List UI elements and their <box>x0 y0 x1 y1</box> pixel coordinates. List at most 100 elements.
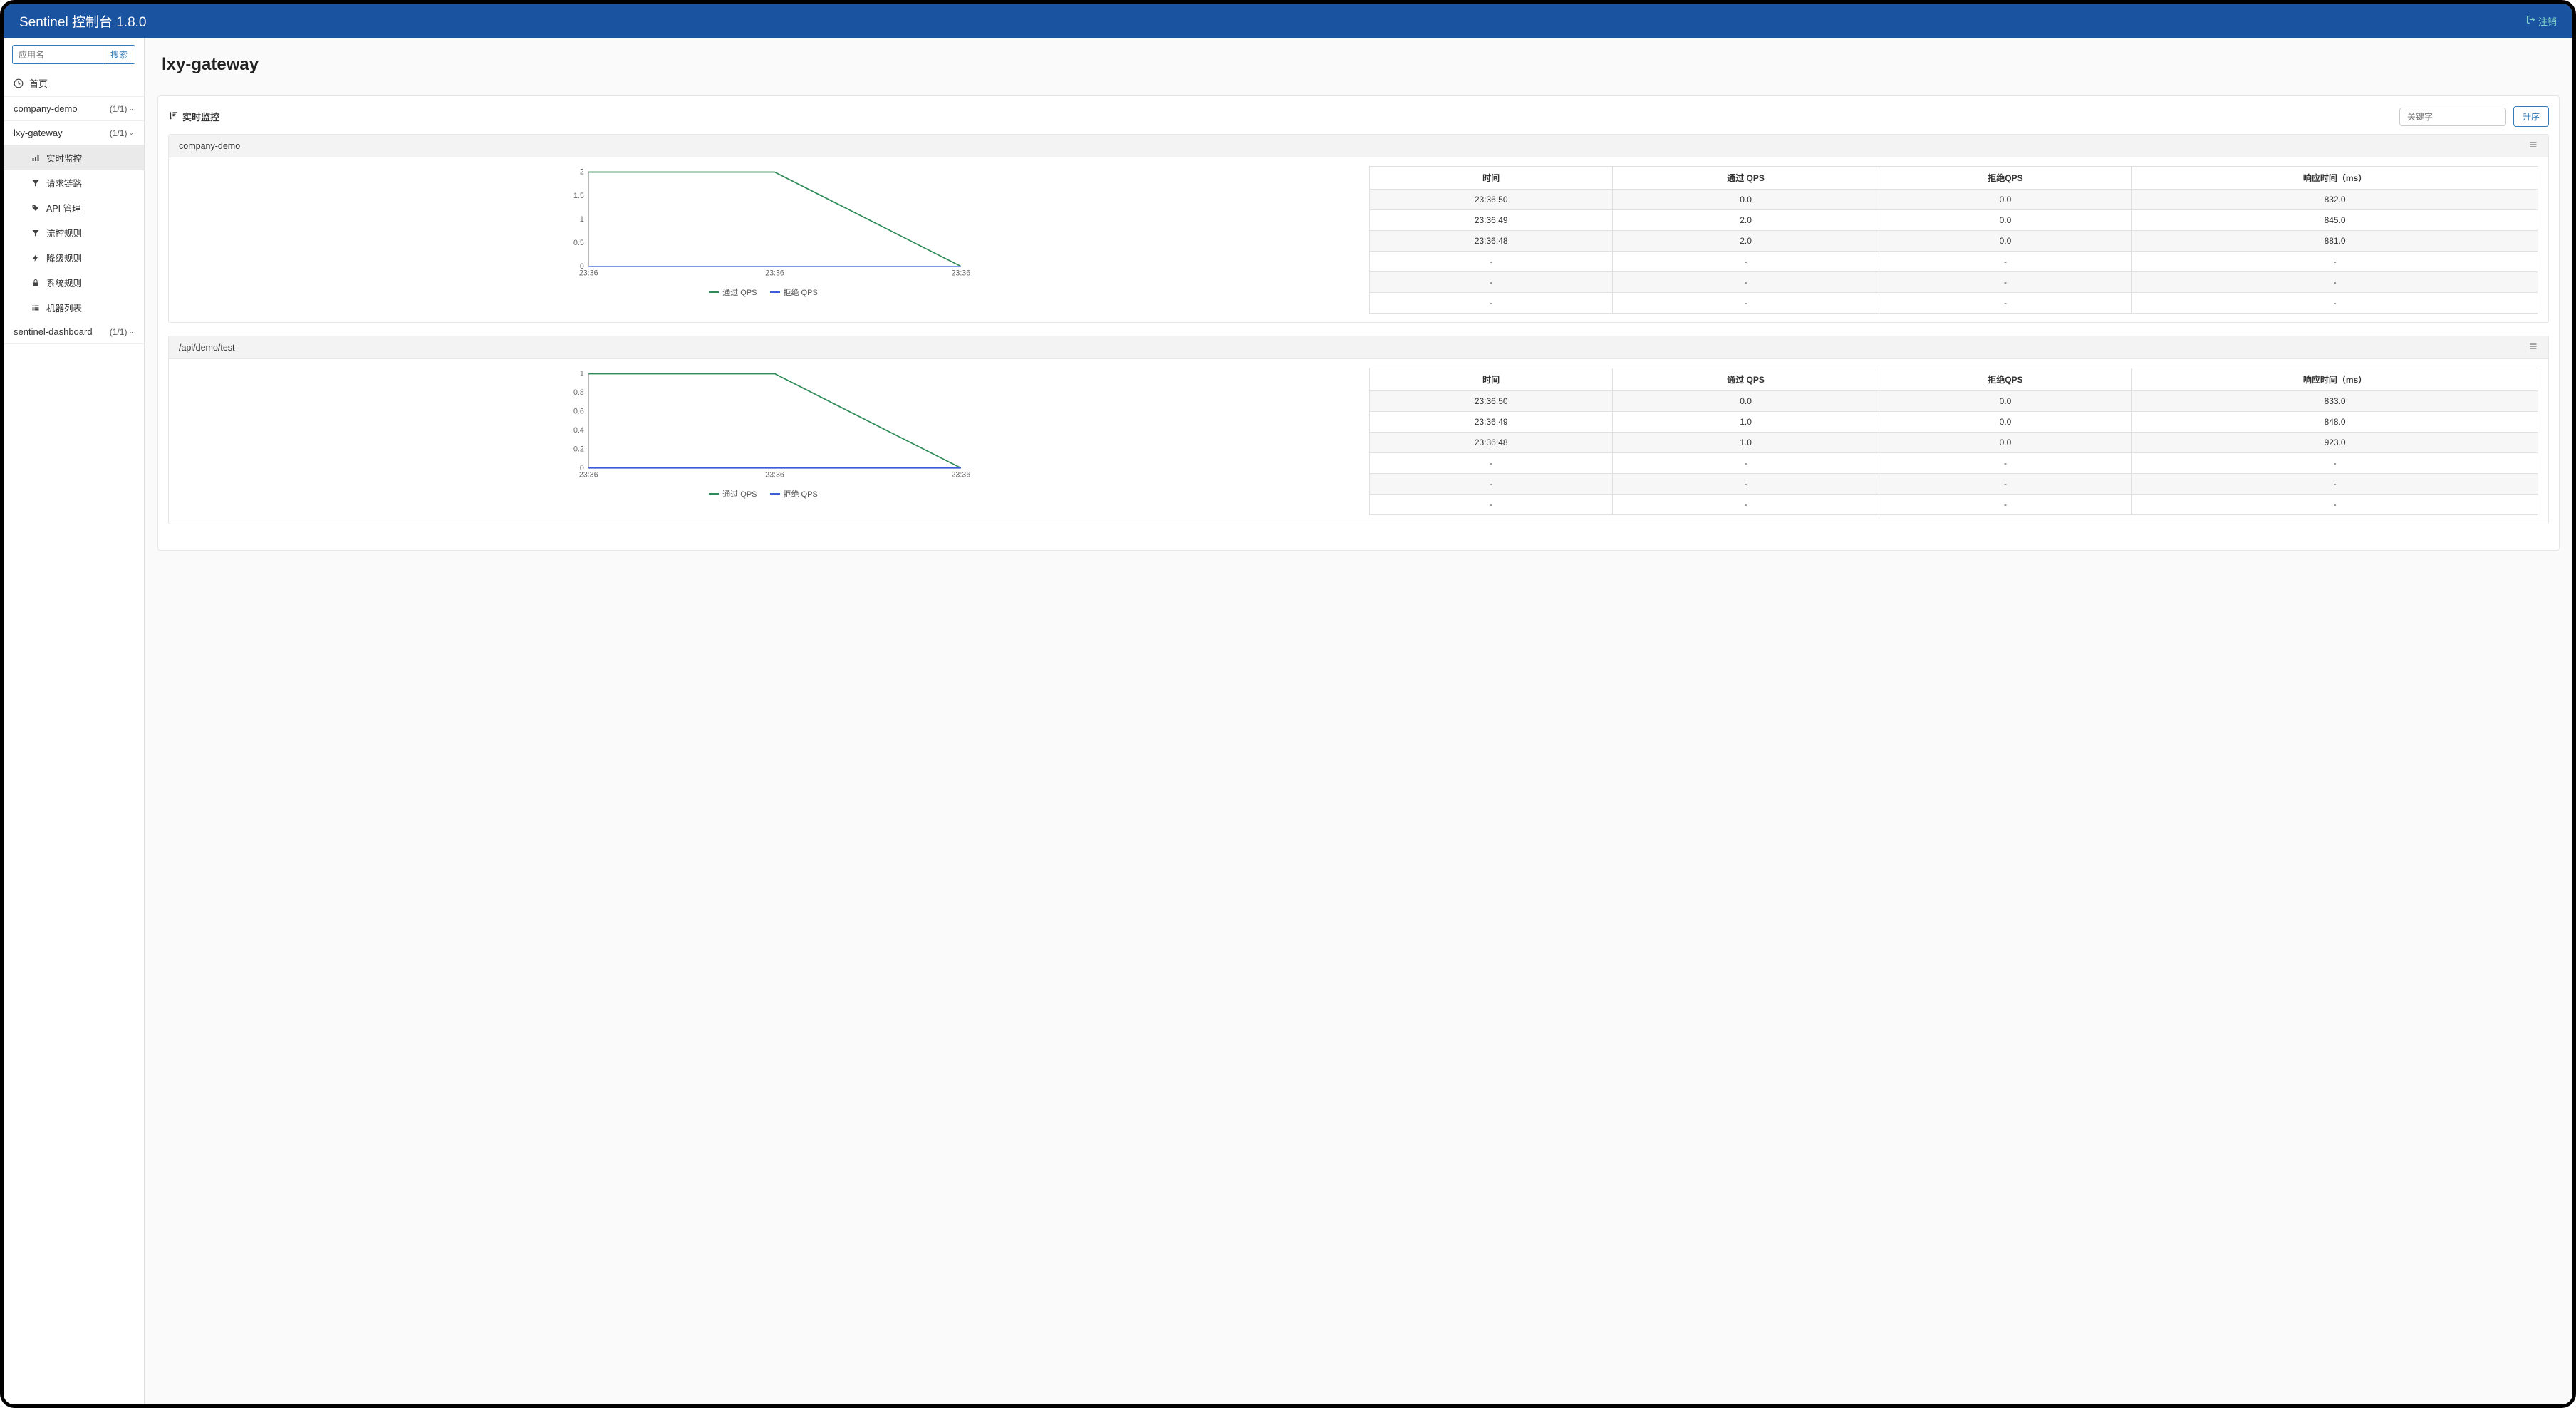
app-search-button[interactable]: 搜索 <box>103 45 135 64</box>
table-cell: 0.0 <box>1613 190 1879 210</box>
app-count: (1/1) ⌄ <box>110 128 134 138</box>
keyword-input[interactable] <box>2399 108 2506 126</box>
table-cell: 23:36:49 <box>1370 210 1613 231</box>
table-header: 拒绝QPS <box>1879 368 2131 391</box>
table-cell: 23:36:48 <box>1370 433 1613 453</box>
sidebar-subitem-label: 系统规则 <box>46 276 82 289</box>
table-header: 通过 QPS <box>1613 368 1879 391</box>
sidebar-search: 搜索 <box>4 38 144 70</box>
table-cell: 23:36:49 <box>1370 412 1613 433</box>
svg-text:23:36: 23:36 <box>765 471 784 480</box>
chevron-down-icon: ⌄ <box>128 105 134 113</box>
dashboard-icon <box>14 78 24 88</box>
sidebar-subitem-filter[interactable]: 请求链路 <box>4 170 144 195</box>
table-cell: 0.0 <box>1879 391 2131 412</box>
app-count: (1/1) ⌄ <box>110 327 134 337</box>
chevron-down-icon: ⌄ <box>128 129 134 137</box>
table-cell: 0.0 <box>1879 190 2131 210</box>
menu-icon[interactable] <box>2528 140 2538 151</box>
table-cell: 848.0 <box>2132 412 2538 433</box>
svg-text:2: 2 <box>580 168 584 177</box>
table-cell: 2.0 <box>1613 231 1879 252</box>
table-row: 23:36:492.00.0845.0 <box>1370 210 2538 231</box>
table-cell: - <box>1613 453 1879 474</box>
table-cell: - <box>1370 272 1613 293</box>
table-cell: 881.0 <box>2132 231 2538 252</box>
sidebar-subitem-chart-bar[interactable]: 实时监控 <box>4 145 144 170</box>
table-cell: - <box>2132 293 2538 314</box>
sidebar-app-lxy-gateway[interactable]: lxy-gateway (1/1) ⌄ <box>4 121 144 145</box>
sidebar-home[interactable]: 首页 <box>4 70 144 97</box>
table-cell: 23:36:50 <box>1370 391 1613 412</box>
table-cell: 0.0 <box>1879 412 2131 433</box>
chart: 00.511.5223:3623:3623:36通过 QPS拒绝 QPS <box>179 166 1348 314</box>
table-row: ---- <box>1370 453 2538 474</box>
table-cell: - <box>2132 272 2538 293</box>
sort-button[interactable]: 升序 <box>2513 106 2549 127</box>
table-cell: 832.0 <box>2132 190 2538 210</box>
sidebar-subitem-filter[interactable]: 流控规则 <box>4 220 144 245</box>
table-cell: 923.0 <box>2132 433 2538 453</box>
table-cell: - <box>1879 293 2131 314</box>
chart-legend: 通过 QPS 拒绝 QPS <box>179 488 1348 499</box>
menu-icon[interactable] <box>2528 342 2538 353</box>
table-row: ---- <box>1370 272 2538 293</box>
table-cell: 2.0 <box>1613 210 1879 231</box>
legend-pass: 通过 QPS <box>709 488 757 499</box>
table-cell: 1.0 <box>1613 433 1879 453</box>
sidebar-app-company-demo[interactable]: company-demo (1/1) ⌄ <box>4 97 144 121</box>
table-cell: - <box>2132 453 2538 474</box>
table-header: 时间 <box>1370 167 1613 190</box>
app-title: Sentinel 控制台 1.8.0 <box>19 11 146 31</box>
table-cell: - <box>2132 495 2538 515</box>
table-cell: - <box>1370 453 1613 474</box>
svg-text:23:36: 23:36 <box>579 269 598 278</box>
resource-card: /api/demo/test00.20.40.60.8123:3623:3623… <box>168 336 2549 524</box>
metrics-table: 时间通过 QPS拒绝QPS响应时间（ms）23:36:500.00.0833.0… <box>1369 368 2538 515</box>
legend-block: 拒绝 QPS <box>770 286 818 298</box>
logout-label: 注销 <box>2538 14 2557 28</box>
app-search-input[interactable] <box>12 45 103 64</box>
table-cell: - <box>2132 252 2538 272</box>
svg-text:0.5: 0.5 <box>573 239 584 247</box>
table-cell: - <box>1370 474 1613 495</box>
resource-name: /api/demo/test <box>179 343 235 353</box>
chevron-down-icon: ⌄ <box>128 328 134 336</box>
table-row: ---- <box>1370 495 2538 515</box>
table-header: 通过 QPS <box>1613 167 1879 190</box>
table-cell: 0.0 <box>1613 391 1879 412</box>
svg-text:0.4: 0.4 <box>573 426 584 435</box>
sidebar-subitem-label: API 管理 <box>46 201 81 214</box>
svg-text:1: 1 <box>580 215 584 224</box>
svg-text:23:36: 23:36 <box>951 471 970 480</box>
main-content: lxy-gateway 实时监控 升序 company-demo00.511.5… <box>145 38 2572 1404</box>
table-cell: - <box>1879 495 2131 515</box>
sidebar-app-sentinel-dashboard[interactable]: sentinel-dashboard (1/1) ⌄ <box>4 320 144 344</box>
legend-block: 拒绝 QPS <box>770 488 818 499</box>
table-row: 23:36:500.00.0832.0 <box>1370 190 2538 210</box>
sidebar-subitem-lock[interactable]: 系统规则 <box>4 270 144 295</box>
table-cell: 0.0 <box>1879 210 2131 231</box>
table-cell: 845.0 <box>2132 210 2538 231</box>
tags-icon <box>31 204 41 212</box>
table-row: 23:36:482.00.0881.0 <box>1370 231 2538 252</box>
table-header: 响应时间（ms） <box>2132 368 2538 391</box>
logout-icon <box>2526 15 2535 26</box>
page-title: lxy-gateway <box>157 48 2560 88</box>
table-cell: - <box>1370 252 1613 272</box>
resource-name: company-demo <box>179 141 240 151</box>
logout-link[interactable]: 注销 <box>2526 14 2557 28</box>
table-cell: 833.0 <box>2132 391 2538 412</box>
app-name: lxy-gateway <box>14 128 63 138</box>
table-cell: 1.0 <box>1613 412 1879 433</box>
sidebar-subitem-label: 机器列表 <box>46 301 82 314</box>
app-count: (1/1) ⌄ <box>110 104 134 114</box>
realtime-panel: 实时监控 升序 company-demo00.511.5223:3623:362… <box>157 95 2560 551</box>
table-cell: - <box>1613 293 1879 314</box>
sidebar-subitem-bolt[interactable]: 降级规则 <box>4 245 144 270</box>
table-row: 23:36:481.00.0923.0 <box>1370 433 2538 453</box>
sidebar-subitem-list[interactable]: 机器列表 <box>4 295 144 320</box>
sort-icon <box>168 110 178 123</box>
chart-legend: 通过 QPS拒绝 QPS <box>179 286 1348 298</box>
sidebar-subitem-tags[interactable]: API 管理 <box>4 195 144 220</box>
